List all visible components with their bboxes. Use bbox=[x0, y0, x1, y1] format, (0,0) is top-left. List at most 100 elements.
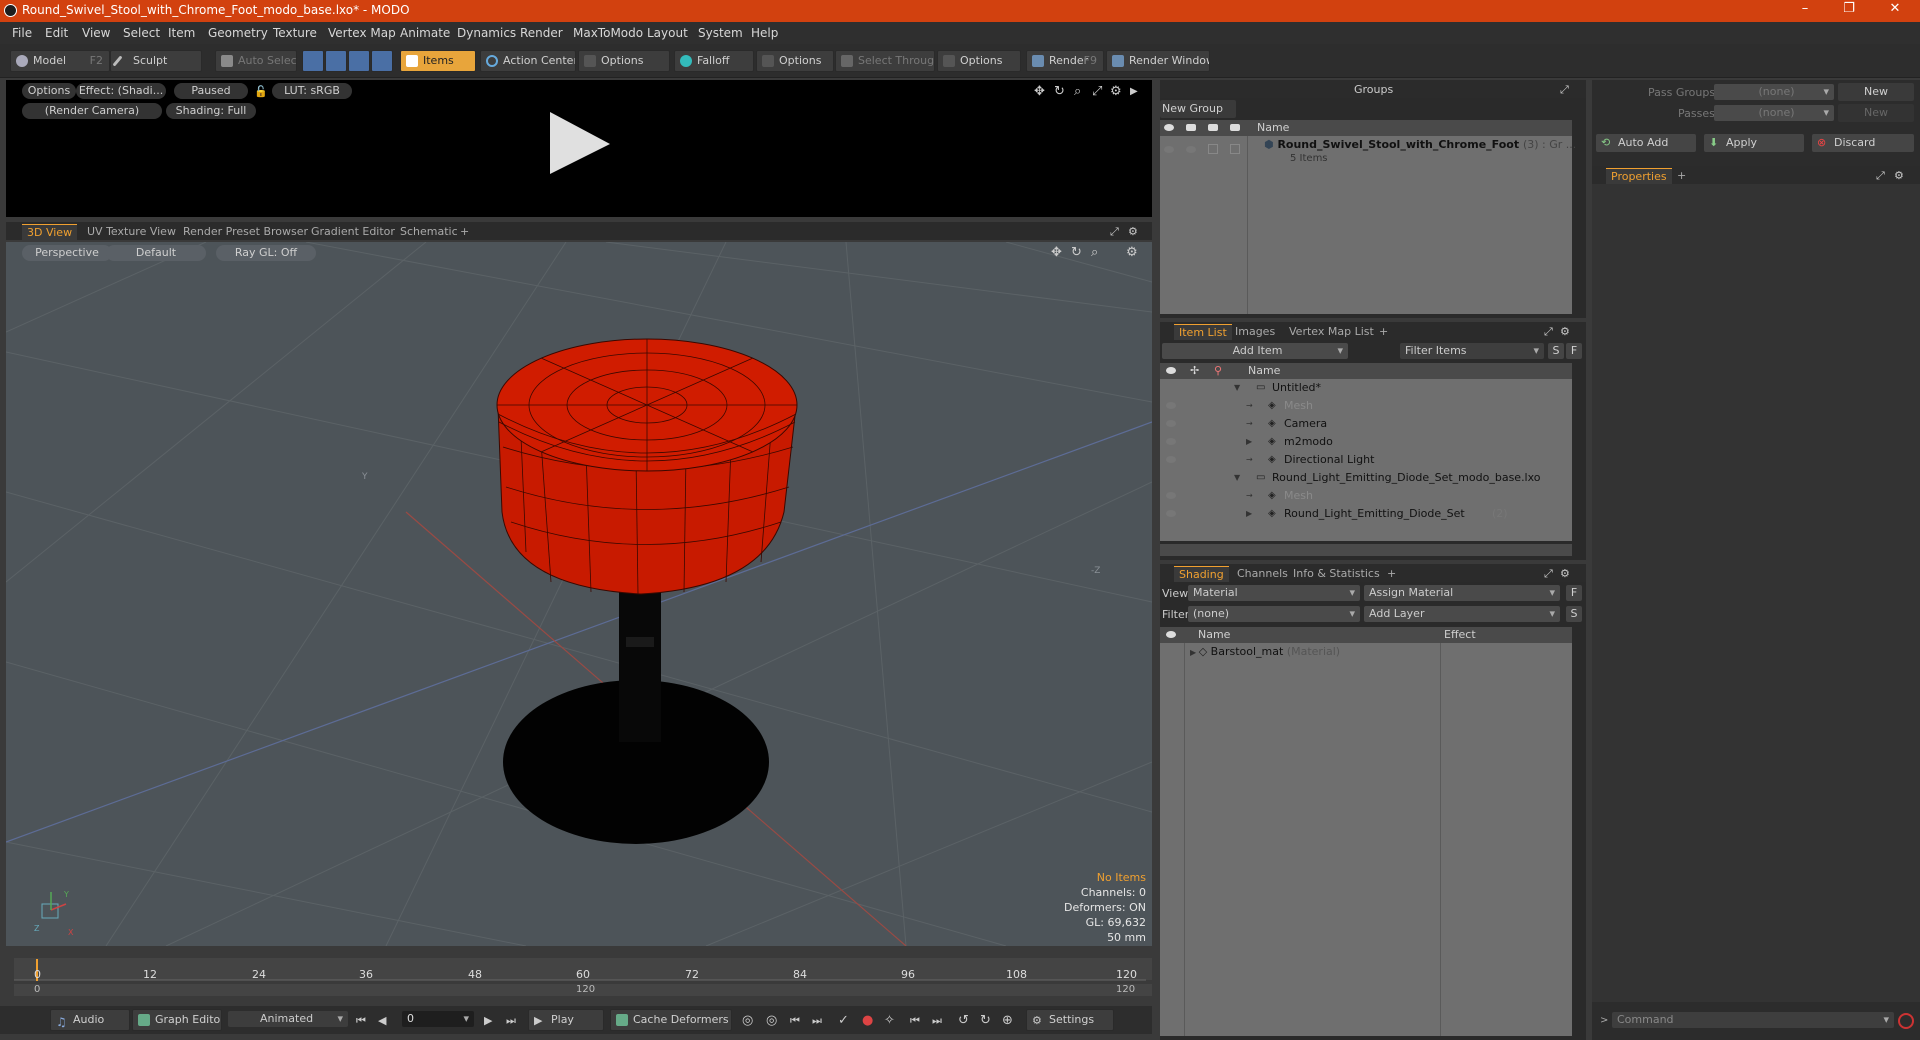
preview-camera-dropdown[interactable]: (Render Camera) bbox=[22, 103, 162, 119]
item-list-scrollbar[interactable] bbox=[1160, 544, 1572, 556]
play-icon[interactable] bbox=[546, 110, 612, 176]
eye-icon[interactable] bbox=[1166, 631, 1176, 638]
key-all-icon[interactable]: ◎ bbox=[766, 1014, 777, 1027]
expanded-arrow-icon[interactable]: ▼ bbox=[1234, 469, 1240, 487]
expand-icon[interactable]: ⤢ bbox=[1544, 325, 1553, 338]
rotate-view-icon[interactable]: ↻ bbox=[1071, 246, 1082, 259]
item-list-row[interactable]: ▶ ◈ m2modo bbox=[1160, 433, 1572, 451]
tab-properties[interactable]: Properties bbox=[1606, 168, 1672, 184]
3d-viewport[interactable]: Perspective Default Ray GL: Off ✥ ↻ ⌕ ⚙ … bbox=[6, 242, 1152, 946]
collapsed-arrow-icon[interactable]: ▶ bbox=[1246, 433, 1252, 451]
item-list-row[interactable]: → ◈ Directional Light bbox=[1160, 451, 1572, 469]
render-window-button[interactable]: Render Window bbox=[1106, 50, 1210, 72]
menu-file[interactable]: File bbox=[12, 26, 32, 40]
menu-render[interactable]: Render bbox=[520, 26, 563, 40]
maximize-button[interactable]: ❐ bbox=[1839, 1, 1859, 16]
menu-help[interactable]: Help bbox=[751, 26, 778, 40]
gear-icon[interactable]: ⚙ bbox=[1126, 246, 1138, 259]
eye-icon[interactable] bbox=[1166, 438, 1176, 445]
eye-icon[interactable] bbox=[1166, 420, 1176, 427]
rotate-view-icon[interactable]: ↻ bbox=[1054, 85, 1065, 98]
animated-dropdown[interactable]: Animated bbox=[228, 1011, 348, 1027]
preview-paused-toggle[interactable]: Paused bbox=[174, 83, 248, 99]
tab-shading[interactable]: Shading bbox=[1174, 566, 1229, 582]
lock-checkbox[interactable] bbox=[1208, 144, 1218, 154]
record-macro-icon[interactable] bbox=[1898, 1013, 1914, 1029]
menu-layout[interactable]: Layout bbox=[647, 26, 688, 40]
item-list-row[interactable]: ▶ ◈ Round_Light_Emitting_Diode_Set (2) bbox=[1160, 505, 1572, 523]
add-tab-button[interactable]: + bbox=[1382, 566, 1401, 582]
zoom-view-icon[interactable]: ⌕ bbox=[1074, 85, 1081, 98]
close-button[interactable]: ✕ bbox=[1885, 1, 1905, 16]
edges-mode-button[interactable] bbox=[325, 50, 347, 72]
tab-uv-texture-view[interactable]: UV Texture View bbox=[82, 224, 181, 240]
zoom-view-icon[interactable]: ⌕ bbox=[1091, 246, 1098, 259]
menu-animate[interactable]: Animate bbox=[400, 26, 450, 40]
select-through-options-button[interactable]: Options bbox=[937, 50, 1021, 72]
loop-icon[interactable]: ↺ bbox=[958, 1014, 969, 1027]
tab-schematic[interactable]: Schematic bbox=[395, 224, 463, 240]
audio-button[interactable]: ♫ Audio bbox=[50, 1009, 130, 1031]
tab-render-preset-browser[interactable]: Render Preset Browser bbox=[178, 224, 313, 240]
gear-icon[interactable]: ⚙ bbox=[1128, 225, 1138, 238]
maximize-view-icon[interactable]: ⤢ bbox=[1092, 85, 1102, 98]
tab-images[interactable]: Images bbox=[1230, 324, 1280, 340]
auto-add-button[interactable]: ⟲ Auto Add bbox=[1596, 134, 1696, 152]
jump-end-icon[interactable]: ⏭ bbox=[932, 1014, 942, 1027]
expand-icon[interactable]: ⤢ bbox=[1110, 225, 1119, 238]
eye-icon[interactable] bbox=[1166, 510, 1176, 517]
filter-items-input[interactable]: Filter Items bbox=[1400, 343, 1544, 359]
tab-item-list[interactable]: Item List bbox=[1174, 324, 1232, 340]
perspective-dropdown[interactable]: Perspective bbox=[22, 245, 112, 261]
skip-start-icon[interactable]: ⏮ bbox=[356, 1014, 366, 1027]
filter-f-button[interactable]: F bbox=[1566, 343, 1582, 359]
timeline[interactable]: 0 12 24 36 48 60 72 84 96 108 120 0 120 … bbox=[6, 958, 1152, 998]
lock-icon[interactable] bbox=[1208, 124, 1218, 131]
add-tab-button[interactable]: + bbox=[1672, 168, 1691, 184]
gear-icon[interactable]: ⚙ bbox=[1560, 325, 1570, 338]
action-center-button[interactable]: Action Center bbox=[480, 50, 576, 72]
shading-f-button[interactable]: F bbox=[1566, 585, 1582, 601]
assign-material-dropdown[interactable]: Assign Material bbox=[1364, 585, 1560, 601]
raygl-dropdown[interactable]: Ray GL: Off bbox=[216, 245, 316, 261]
menu-maxtomodo[interactable]: MaxToModo bbox=[573, 26, 643, 40]
render-icon[interactable] bbox=[1186, 124, 1196, 131]
preview-effect-dropdown[interactable]: Effect: (Shadi... bbox=[76, 83, 166, 99]
preview-lut-dropdown[interactable]: LUT: sRGB bbox=[272, 83, 352, 99]
play-button[interactable]: ▶ Play bbox=[528, 1009, 604, 1031]
new-pass-group-button[interactable]: New bbox=[1838, 83, 1914, 101]
eye-icon[interactable] bbox=[1166, 492, 1176, 499]
add-layer-dropdown[interactable]: Add Layer bbox=[1364, 606, 1560, 622]
menu-item[interactable]: Item bbox=[168, 26, 195, 40]
filter-dropdown[interactable]: (none) bbox=[1188, 606, 1360, 622]
new-pass-button[interactable]: New bbox=[1838, 104, 1914, 122]
item-list-row[interactable]: → ◈ Mesh bbox=[1160, 397, 1572, 415]
menu-texture[interactable]: Texture bbox=[273, 26, 317, 40]
move-view-icon[interactable]: ✥ bbox=[1051, 246, 1062, 259]
eye-icon[interactable] bbox=[1164, 124, 1174, 131]
minimize-button[interactable]: – bbox=[1795, 1, 1815, 16]
discard-button[interactable]: ⊗ Discard bbox=[1812, 134, 1914, 152]
locator-column-icon[interactable]: ⚲ bbox=[1214, 364, 1222, 377]
eye-icon[interactable] bbox=[1166, 456, 1176, 463]
tab-channels[interactable]: Channels bbox=[1232, 566, 1293, 582]
expand-icon[interactable]: ⤢ bbox=[1544, 567, 1553, 580]
step-forward-icon[interactable]: ▶ bbox=[484, 1014, 492, 1027]
items-mode-button[interactable]: Items bbox=[400, 50, 476, 72]
gear-icon[interactable]: ⚙ bbox=[1560, 567, 1570, 580]
item-list-row[interactable]: ▼ ▭ Round_Light_Emitting_Diode_Set_modo_ba… bbox=[1160, 469, 1572, 487]
select-checkbox[interactable] bbox=[1230, 144, 1240, 154]
add-tab-button[interactable]: + bbox=[455, 224, 474, 240]
move-view-icon[interactable]: ✥ bbox=[1034, 85, 1045, 98]
apply-button[interactable]: ⬇ Apply bbox=[1704, 134, 1804, 152]
passes-dropdown[interactable]: (none) bbox=[1714, 105, 1834, 121]
settings-button[interactable]: ⚙ Settings bbox=[1026, 1009, 1114, 1031]
item-list-row[interactable]: → ◈ Mesh bbox=[1160, 487, 1572, 505]
jump-start-icon[interactable]: ⏮ bbox=[910, 1014, 920, 1027]
command-input[interactable]: Command bbox=[1612, 1012, 1894, 1028]
tab-info-statistics[interactable]: Info & Statistics bbox=[1288, 566, 1385, 582]
next-key-icon[interactable]: ⏭ bbox=[812, 1014, 822, 1027]
menu-geometry[interactable]: Geometry bbox=[208, 26, 268, 40]
skip-end-icon[interactable]: ⏭ bbox=[506, 1014, 516, 1027]
menu-edit[interactable]: Edit bbox=[45, 26, 68, 40]
